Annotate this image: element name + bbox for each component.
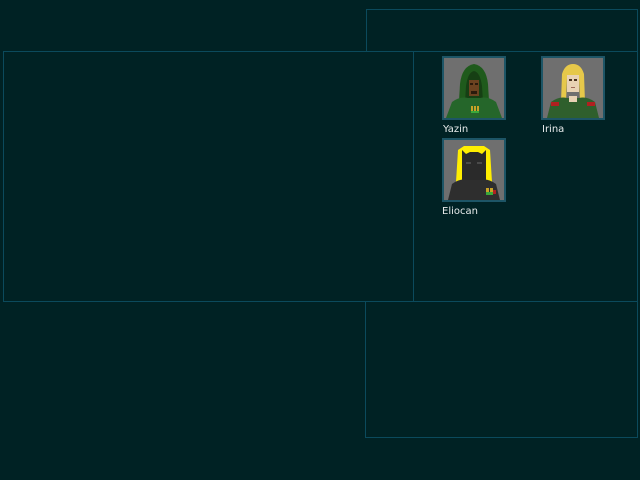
character-portrait-yazin[interactable]	[442, 56, 506, 120]
character-portrait-irina[interactable]	[541, 56, 605, 120]
blonde-officer-portrait-icon	[543, 58, 603, 118]
bottom-right-panel	[365, 301, 638, 438]
panel-divider	[413, 51, 414, 302]
hooded-figure-portrait-icon	[444, 58, 504, 118]
top-right-panel	[366, 9, 638, 52]
game-screen: Yazin Irina Eliocan	[0, 0, 640, 480]
dark-horned-figure-portrait-icon	[444, 140, 504, 200]
character-portrait-eliocan[interactable]	[442, 138, 506, 202]
character-name-yazin: Yazin	[443, 124, 469, 135]
character-name-eliocan: Eliocan	[442, 206, 478, 217]
character-name-irina: Irina	[542, 124, 565, 135]
